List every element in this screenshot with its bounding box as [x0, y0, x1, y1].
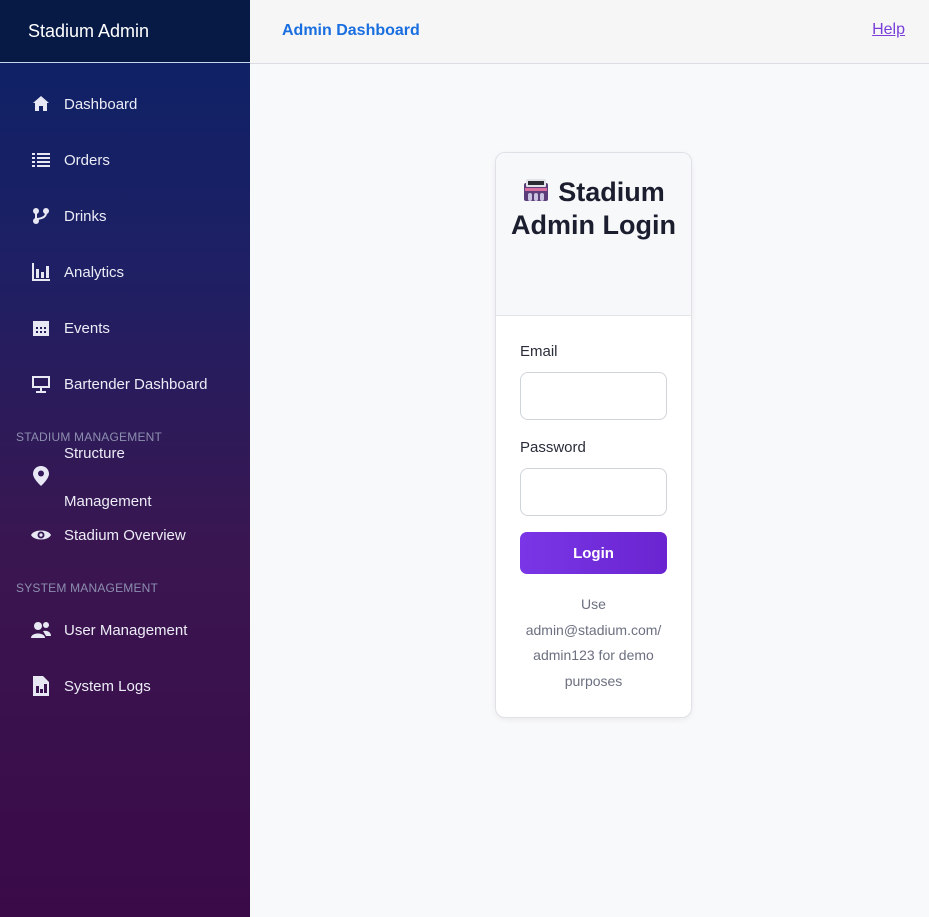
login-card-header: Stadium Admin Login	[496, 153, 691, 316]
eye-icon	[31, 525, 51, 545]
list-icon	[31, 150, 51, 170]
sidebar-item-label: Analytics	[64, 263, 125, 281]
sidebar-item-user-management[interactable]: User Management	[0, 610, 250, 650]
branch-icon	[31, 206, 51, 226]
sidebar: Stadium Admin Dashboard Orders Drinks An…	[0, 0, 250, 917]
sidebar-item-analytics[interactable]: Analytics	[0, 252, 250, 292]
demo-credentials-hint: Use admin@stadium.com/ admin123 for demo…	[525, 596, 662, 689]
sidebar-item-bartender-dashboard[interactable]: Bartender Dashboard	[0, 364, 250, 404]
email-label: Email	[520, 343, 558, 360]
sidebar-item-dashboard[interactable]: Dashboard	[0, 84, 250, 124]
sidebar-item-drinks[interactable]: Drinks	[0, 196, 250, 236]
sidebar-item-stadium-overview[interactable]: Stadium Overview	[0, 515, 250, 555]
sidebar-item-label: Events	[64, 319, 110, 337]
sidebar-item-label: System Logs	[64, 677, 151, 695]
brand-title: Stadium Admin	[0, 0, 250, 63]
sidebar-item-label: Orders	[64, 151, 110, 169]
section-title-system-management: SYSTEM MANAGEMENT	[16, 581, 159, 595]
sidebar-item-events[interactable]: Events	[0, 308, 250, 348]
password-label: Password	[520, 439, 586, 456]
password-field[interactable]	[520, 468, 667, 516]
sidebar-item-orders[interactable]: Orders	[0, 140, 250, 180]
calendar-icon	[31, 318, 51, 338]
monitor-icon	[31, 374, 51, 394]
page-title[interactable]: Admin Dashboard	[282, 22, 420, 40]
login-button[interactable]: Login	[520, 532, 667, 574]
login-form: Email Password Login Use admin@stadium.c…	[496, 316, 691, 694]
login-card: Stadium Admin Login Email Password Login…	[495, 152, 692, 718]
bar-chart-icon	[31, 262, 51, 282]
sidebar-item-label: Bartender Dashboard	[64, 375, 208, 393]
file-chart-icon	[31, 676, 51, 696]
login-title: Stadium Admin Login	[496, 176, 691, 242]
top-bar: Admin Dashboard Help	[250, 0, 929, 64]
sidebar-item-structure-management[interactable]: Structure Management	[0, 438, 250, 518]
sidebar-item-label: User Management	[64, 621, 188, 639]
app-root: Stadium Admin Dashboard Orders Drinks An…	[0, 0, 929, 917]
stadium-icon	[522, 177, 550, 203]
home-icon	[31, 94, 51, 114]
sidebar-item-label: Dashboard	[64, 95, 138, 113]
sidebar-item-label: Drinks	[64, 207, 107, 225]
sidebar-item-label: Stadium Overview	[64, 526, 186, 544]
users-icon	[31, 620, 51, 640]
map-pin-icon	[31, 466, 51, 486]
sidebar-item-label: Structure Management	[64, 445, 152, 510]
email-field[interactable]	[520, 372, 667, 420]
sidebar-item-system-logs[interactable]: System Logs	[0, 666, 250, 706]
help-link[interactable]: Help	[872, 21, 905, 39]
